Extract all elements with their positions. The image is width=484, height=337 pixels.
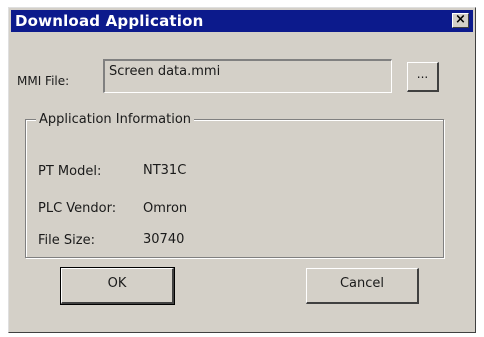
pt-model-label: PT Model:	[38, 164, 102, 179]
mmi-file-field[interactable]: Screen data.mmi	[103, 59, 392, 93]
mmi-file-label: MMI File:	[17, 74, 70, 88]
title-bar[interactable]: Download Application ×	[11, 10, 473, 32]
file-size-value: 30740	[143, 232, 185, 247]
pt-model-value: NT31C	[143, 163, 187, 178]
dialog-title: Download Application	[15, 12, 204, 30]
ok-button[interactable]: OK	[60, 267, 175, 305]
plc-vendor-label: PLC Vendor:	[38, 201, 117, 216]
cancel-button[interactable]: Cancel	[306, 268, 419, 304]
plc-vendor-value: Omron	[143, 201, 188, 216]
browse-button[interactable]: ...	[407, 62, 439, 92]
close-icon: ×	[455, 12, 466, 27]
close-button[interactable]: ×	[452, 13, 469, 28]
group-title: Application Information	[36, 113, 195, 127]
file-size-label: File Size:	[38, 233, 95, 248]
